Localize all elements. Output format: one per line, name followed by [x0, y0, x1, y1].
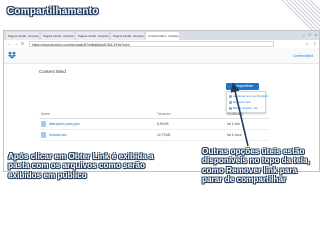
file-icon: [41, 132, 46, 138]
table-row[interactable]: Intranet.doc 12,79 kB há 1 hora: [39, 130, 269, 141]
file-size: 12,79 kB: [157, 133, 171, 137]
file-icon: [41, 121, 46, 127]
browser-tab[interactable]: Pagina Inicial - Dropbox: [41, 32, 74, 40]
slide-title: Compartilhamento: [7, 6, 99, 17]
folder-title: Content Mind: [39, 69, 66, 74]
file-name[interactable]: Intranet.doc: [49, 133, 67, 137]
file-table: Nome Tamanho Modificado alterações para.…: [39, 110, 269, 141]
callout-other-options: Outras opções úteis estão disponíveis no…: [202, 147, 310, 185]
table-row[interactable]: alterações para.pptx 8,99 kB há 1 min: [39, 119, 269, 130]
corner-stripes-decoration: [281, 0, 320, 30]
share-button[interactable]: Compartilhar: [226, 83, 259, 90]
file-name[interactable]: alterações para.pptx: [49, 122, 80, 126]
column-header-name[interactable]: Nome: [41, 112, 50, 116]
table-header: Nome Tamanho Modificado: [39, 110, 269, 119]
link-icon: [228, 100, 232, 104]
maximize-icon[interactable]: □: [309, 32, 311, 38]
back-icon[interactable]: ←: [7, 41, 11, 47]
file-size: 8,99 kB: [157, 122, 169, 126]
file-modified: há 1 hora: [227, 133, 242, 137]
user-account-menu[interactable]: Content Mind: [293, 54, 313, 58]
column-header-size[interactable]: Tamanho: [157, 112, 171, 116]
reload-icon[interactable]: ↻: [21, 41, 24, 47]
browser-tab-active[interactable]: Content Mind - Dropbox: [146, 32, 179, 40]
close-icon[interactable]: ×: [315, 32, 317, 38]
dropbox-small-icon: [228, 94, 232, 98]
browser-tab[interactable]: Pagina Inicial - Dropbox: [111, 32, 144, 40]
browser-tab[interactable]: Pagina Inicial - Dropbox: [6, 32, 39, 40]
browser-tab[interactable]: Pagina Inicial - Dropbox: [76, 32, 109, 40]
minimize-icon[interactable]: –: [303, 32, 305, 38]
file-modified: há 1 min: [227, 122, 241, 126]
menu-item-label: Adicionar ao meu Dropbox: [233, 94, 269, 98]
browser-menu-icon[interactable]: ≡: [314, 41, 316, 47]
callout-public-folder: Após clicar em Obter Link é exibida a pa…: [8, 152, 154, 180]
tab-strip: Pagina Inicial - Dropbox Pagina Inicial …: [4, 31, 319, 40]
column-header-modified[interactable]: Modificado: [227, 112, 243, 116]
menu-item-label: Remover link: [233, 100, 251, 104]
bookmark-star-icon[interactable]: ☆: [305, 41, 309, 47]
dropbox-header: Content Mind: [4, 48, 319, 64]
forward-icon[interactable]: →: [14, 41, 18, 47]
dropbox-logo-icon[interactable]: [8, 51, 16, 59]
url-field[interactable]: https://www.dropbox.com/sh/yqgkr5j7mlkfa…: [29, 41, 274, 47]
